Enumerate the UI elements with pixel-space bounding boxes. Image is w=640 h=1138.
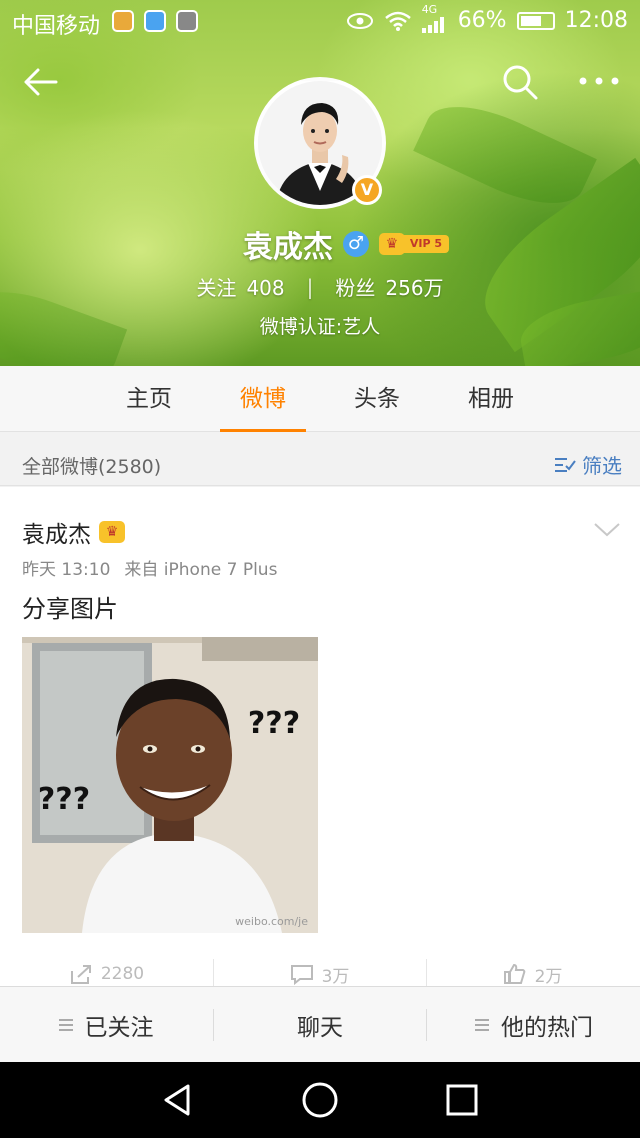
status-right: 4G 66% 12:08 [346,3,628,33]
profile-avatar[interactable]: V [254,77,386,209]
network-type: 4G [421,2,438,16]
more-dots-icon [579,77,619,85]
health-app-icon [144,10,166,32]
tab-home[interactable]: 主页 [106,366,192,432]
followed-label: 已关注 [84,1015,154,1041]
post-author[interactable]: 袁成杰 ♛ [22,515,125,549]
post-text: 分享图片 [22,595,118,623]
following-stat[interactable]: 关注 408 [196,272,284,301]
search-button[interactable] [500,62,540,102]
tab-weibo[interactable]: 微博 [220,366,306,432]
profile-name: 袁成杰 [242,230,333,265]
profile-screen: 中国移动 4G 66% 12:08 V 袁成杰 ♂ ♛ VIP 5 关注 408… [0,0,640,1138]
wifi-icon [384,11,411,31]
back-button[interactable] [20,60,64,104]
more-options-button[interactable] [576,66,622,96]
stats-divider: | [306,274,314,299]
profile-tabs: 主页 微博 头条 相册 [0,366,640,432]
name-row: 袁成杰 ♂ ♛ VIP 5 [0,222,640,266]
comment-count: 3万 [321,966,350,987]
filter-row: 全部微博(2580) 筛选 [0,442,640,486]
weibo-count: 全部微博(2580) [22,456,162,478]
followers-label: 粉丝 [335,276,376,300]
filter-icon [555,457,576,472]
post-card: 袁成杰 ♛ 昨天 13:10 来自 iPhone 7 Plus 分享图片 ???… [0,487,640,1007]
repost-button[interactable]: 2280 [0,959,213,989]
hot-posts-label: 他的热门 [501,1015,593,1041]
crown-icon: ♛ [378,233,405,255]
repost-icon [70,965,91,984]
repost-count: 2280 [100,964,145,984]
nav-back-button[interactable] [158,1080,198,1120]
bottom-action-bar: 已关注 聊天 他的热门 [0,986,640,1062]
verified-badge-icon: V [352,175,382,205]
post-action-row: 2280 3万 2万 [0,959,640,989]
post-source: 来自 iPhone 7 Plus [124,560,278,580]
carrier-name: 中国移动 [12,14,101,39]
meme-image: ??? ??? weibo.com/je [22,637,318,933]
tab-album[interactable]: 相册 [448,366,534,432]
filter-button[interactable]: 筛选 [554,450,622,479]
followers-count: 256万 [385,276,444,300]
post-image[interactable]: ??? ??? weibo.com/je [22,637,318,933]
chrome-icon [112,10,134,32]
vip-level: VIP 5 [402,235,450,253]
hot-posts-button[interactable]: 他的热门 [428,987,640,1063]
back-arrow-icon [24,68,58,96]
followers-stat[interactable]: 粉丝 256万 [335,272,443,301]
banner-leaf [413,87,597,223]
signal-icon [421,16,444,33]
comment-button[interactable]: 3万 [213,959,426,989]
post-meta: 昨天 13:10 来自 iPhone 7 Plus [22,555,277,580]
chat-label: 聊天 [297,1015,343,1041]
triangle-back-icon [164,1084,190,1116]
nav-home-button[interactable] [300,1080,340,1120]
menu-lines-icon [475,1019,489,1031]
like-count: 2万 [534,966,563,987]
battery-fill [520,15,541,26]
system-nav-bar [0,1062,640,1138]
circle-home-icon [302,1082,338,1118]
question-mark-text: ??? [248,706,300,741]
eye-icon [346,12,373,29]
vip-crown-icon: ♛ [99,521,125,543]
following-label: 关注 [196,276,237,300]
male-icon: ♂ [342,231,369,257]
followed-button[interactable]: 已关注 [0,987,212,1063]
nav-recents-button[interactable] [442,1080,482,1120]
bar-divider [426,1009,427,1041]
battery-icon [516,11,555,30]
square-recents-icon [446,1084,478,1116]
post-time: 昨天 13:10 [22,560,111,580]
watermark-text: weibo.com/je [235,915,308,928]
menu-lines-icon [58,1019,73,1031]
vip-badge[interactable]: ♛ VIP 5 [378,233,450,255]
question-mark-text: ??? [38,782,90,817]
post-author-name: 袁成杰 [22,522,91,548]
like-icon [503,963,525,984]
status-bar: 中国移动 4G 66% 12:08 [0,0,640,44]
signal-group: 4G [421,3,448,33]
battery-percent: 66% [457,8,507,33]
comment-icon [290,965,313,985]
chat-button[interactable]: 聊天 [214,987,426,1063]
post-menu-button[interactable] [592,517,622,541]
following-count: 408 [246,276,285,300]
like-button[interactable]: 2万 [426,959,639,989]
chevron-down-icon [594,523,620,537]
certification-text: 微博认证:艺人 [259,316,381,338]
tab-headlines[interactable]: 头条 [334,366,420,432]
search-icon [503,65,538,100]
clock: 12:08 [564,8,628,33]
filter-label: 筛选 [582,454,622,478]
follow-stats: 关注 408 | 粉丝 256万 [0,272,640,301]
profile-banner: 中国移动 4G 66% 12:08 V 袁成杰 ♂ ♛ VIP 5 关注 408… [0,0,640,366]
gallery-icon [176,10,198,32]
